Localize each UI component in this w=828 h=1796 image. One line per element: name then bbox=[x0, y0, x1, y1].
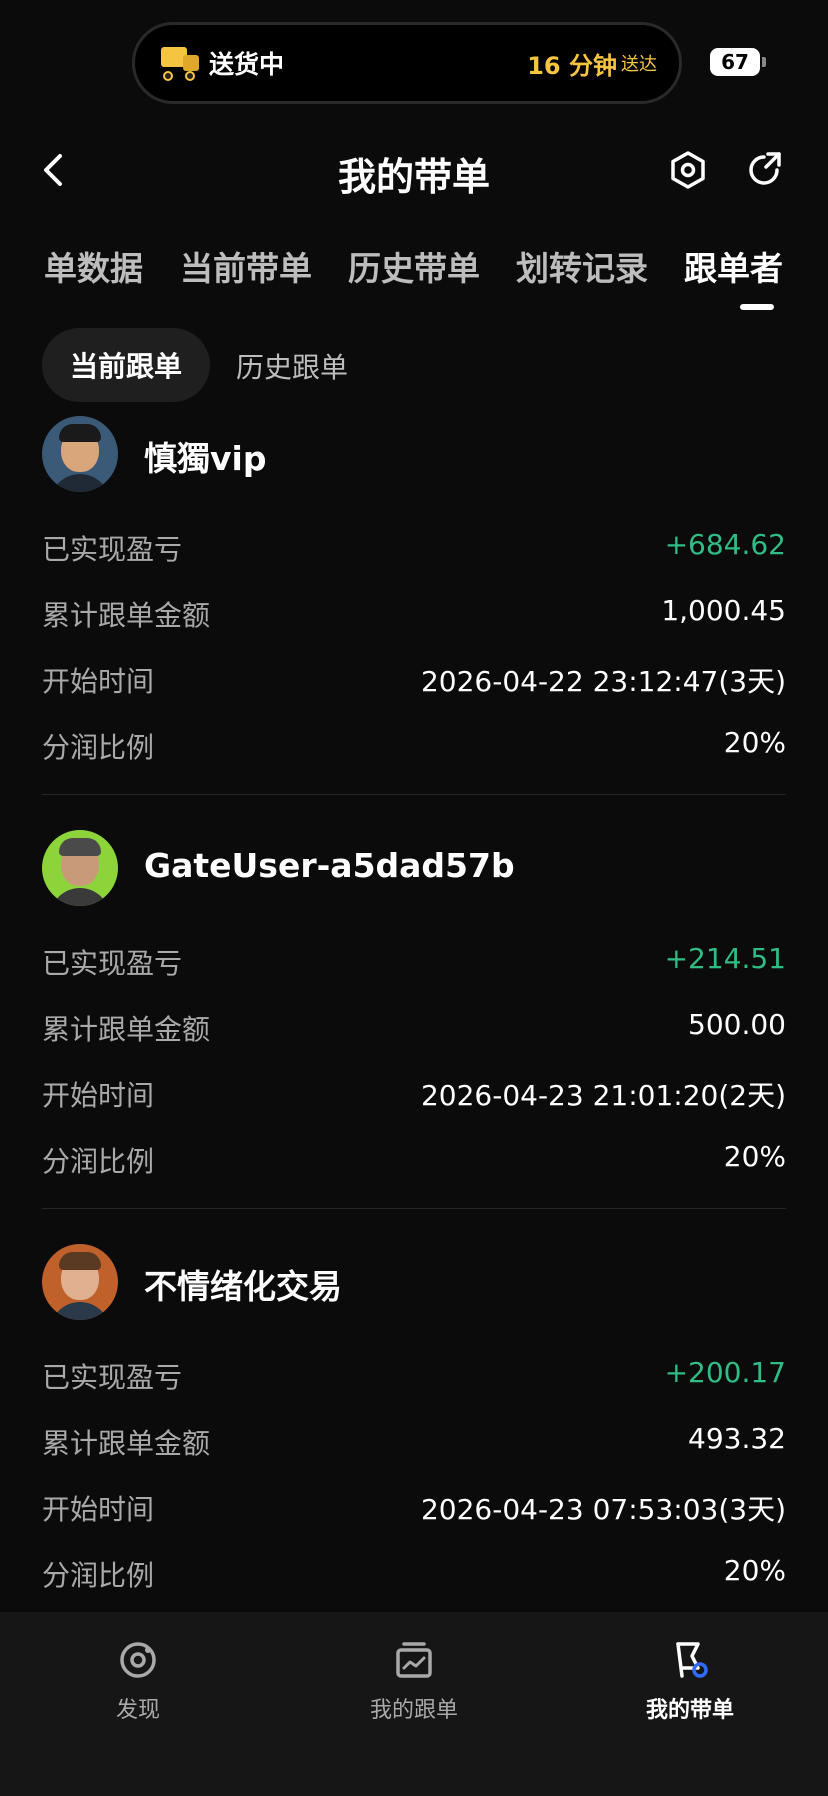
nav-discover-label: 发现 bbox=[115, 1698, 160, 1723]
discover-icon bbox=[120, 1642, 156, 1678]
amount-row: 累计跟单金额 500.00 bbox=[42, 1008, 786, 1052]
profit-share-label: 分润比例 bbox=[42, 1145, 155, 1178]
main-tabs: 单数据 当前带单 历史带单 划转记录 跟单者 bbox=[0, 236, 828, 306]
delivery-eta: 16 分钟 bbox=[527, 51, 617, 80]
amount-label: 累计跟单金额 bbox=[42, 1427, 211, 1460]
pnl-label: 已实现盈亏 bbox=[42, 947, 183, 980]
nav-my-follow-label: 我的跟单 bbox=[369, 1698, 458, 1723]
delivery-live-activity[interactable]: 送货中 16 分钟 送达 bbox=[132, 22, 682, 104]
card-divider bbox=[42, 794, 786, 795]
profit-share-value: 20% bbox=[723, 726, 786, 759]
amount-value: 500.00 bbox=[688, 1008, 786, 1041]
avatar[interactable] bbox=[42, 830, 118, 906]
chart-box-icon bbox=[396, 1642, 432, 1678]
profit-share-label: 分润比例 bbox=[42, 731, 155, 764]
start-time-value: 2026-04-23 21:01:20(2天) bbox=[420, 1079, 786, 1112]
start-time-row: 开始时间 2026-04-23 21:01:20(2天) bbox=[42, 1074, 786, 1118]
subtab-current-follow[interactable]: 当前跟单 bbox=[42, 328, 210, 402]
profit-share-row: 分润比例 20% bbox=[42, 1554, 786, 1598]
settings-hexagon-icon[interactable] bbox=[668, 150, 708, 190]
amount-label: 累计跟单金额 bbox=[42, 599, 211, 632]
amount-row: 累计跟单金额 1,000.45 bbox=[42, 594, 786, 638]
delivery-status: 送货中 bbox=[209, 50, 285, 79]
follower-name[interactable]: 不情绪化交易 bbox=[144, 1260, 342, 1308]
share-icon[interactable] bbox=[744, 150, 784, 190]
tab-followers[interactable]: 跟单者 bbox=[684, 242, 783, 290]
profit-share-row: 分润比例 20% bbox=[42, 726, 786, 770]
start-time-row: 开始时间 2026-04-22 23:12:47(3天) bbox=[42, 660, 786, 704]
start-time-label: 开始时间 bbox=[42, 665, 155, 698]
subtab-history-follow[interactable]: 历史跟单 bbox=[236, 346, 348, 386]
avatar[interactable] bbox=[42, 416, 118, 492]
start-time-value: 2026-04-23 07:53:03(3天) bbox=[420, 1493, 786, 1526]
pnl-value: +214.51 bbox=[664, 942, 786, 975]
profit-share-value: 20% bbox=[723, 1140, 786, 1173]
pnl-row: 已实现盈亏 +214.51 bbox=[42, 942, 786, 986]
pnl-row: 已实现盈亏 +200.17 bbox=[42, 1356, 786, 1400]
profit-share-label: 分润比例 bbox=[42, 1559, 155, 1592]
profit-share-value: 20% bbox=[723, 1554, 786, 1587]
avatar[interactable] bbox=[42, 1244, 118, 1320]
follower-name[interactable]: GateUser-a5dad57b bbox=[144, 846, 515, 885]
pnl-label: 已实现盈亏 bbox=[42, 1361, 183, 1394]
flag-icon bbox=[676, 1642, 708, 1678]
pnl-value: +684.62 bbox=[664, 528, 786, 561]
pnl-row: 已实现盈亏 +684.62 bbox=[42, 528, 786, 572]
pnl-value: +200.17 bbox=[664, 1356, 786, 1389]
amount-row: 累计跟单金额 493.32 bbox=[42, 1422, 786, 1466]
start-time-label: 开始时间 bbox=[42, 1493, 155, 1526]
tab-history-lead[interactable]: 历史带单 bbox=[348, 242, 480, 290]
pnl-label: 已实现盈亏 bbox=[42, 533, 183, 566]
tab-transfer-records[interactable]: 划转记录 bbox=[516, 242, 648, 290]
tab-order-data[interactable]: 单数据 bbox=[44, 242, 143, 290]
profit-share-row: 分润比例 20% bbox=[42, 1140, 786, 1184]
start-time-row: 开始时间 2026-04-23 07:53:03(3天) bbox=[42, 1488, 786, 1532]
amount-label: 累计跟单金额 bbox=[42, 1013, 211, 1046]
start-time-value: 2026-04-22 23:12:47(3天) bbox=[420, 665, 786, 698]
follower-name[interactable]: 慎獨vip bbox=[144, 432, 266, 480]
nav-my-lead-label: 我的带单 bbox=[645, 1698, 734, 1723]
page-header: 我的带单 bbox=[0, 130, 828, 210]
tab-current-lead[interactable]: 当前带单 bbox=[180, 242, 312, 290]
active-tab-indicator bbox=[740, 304, 774, 310]
card-divider bbox=[42, 1208, 786, 1209]
amount-value: 1,000.45 bbox=[661, 594, 786, 627]
bottom-nav: 发现 我的跟单 我的带单 bbox=[0, 1612, 828, 1796]
start-time-label: 开始时间 bbox=[42, 1079, 155, 1112]
amount-value: 493.32 bbox=[688, 1422, 786, 1455]
delivery-truck-icon bbox=[157, 41, 201, 85]
battery-indicator: 67 bbox=[710, 48, 766, 76]
delivery-eta-suffix: 送达 bbox=[621, 54, 657, 75]
